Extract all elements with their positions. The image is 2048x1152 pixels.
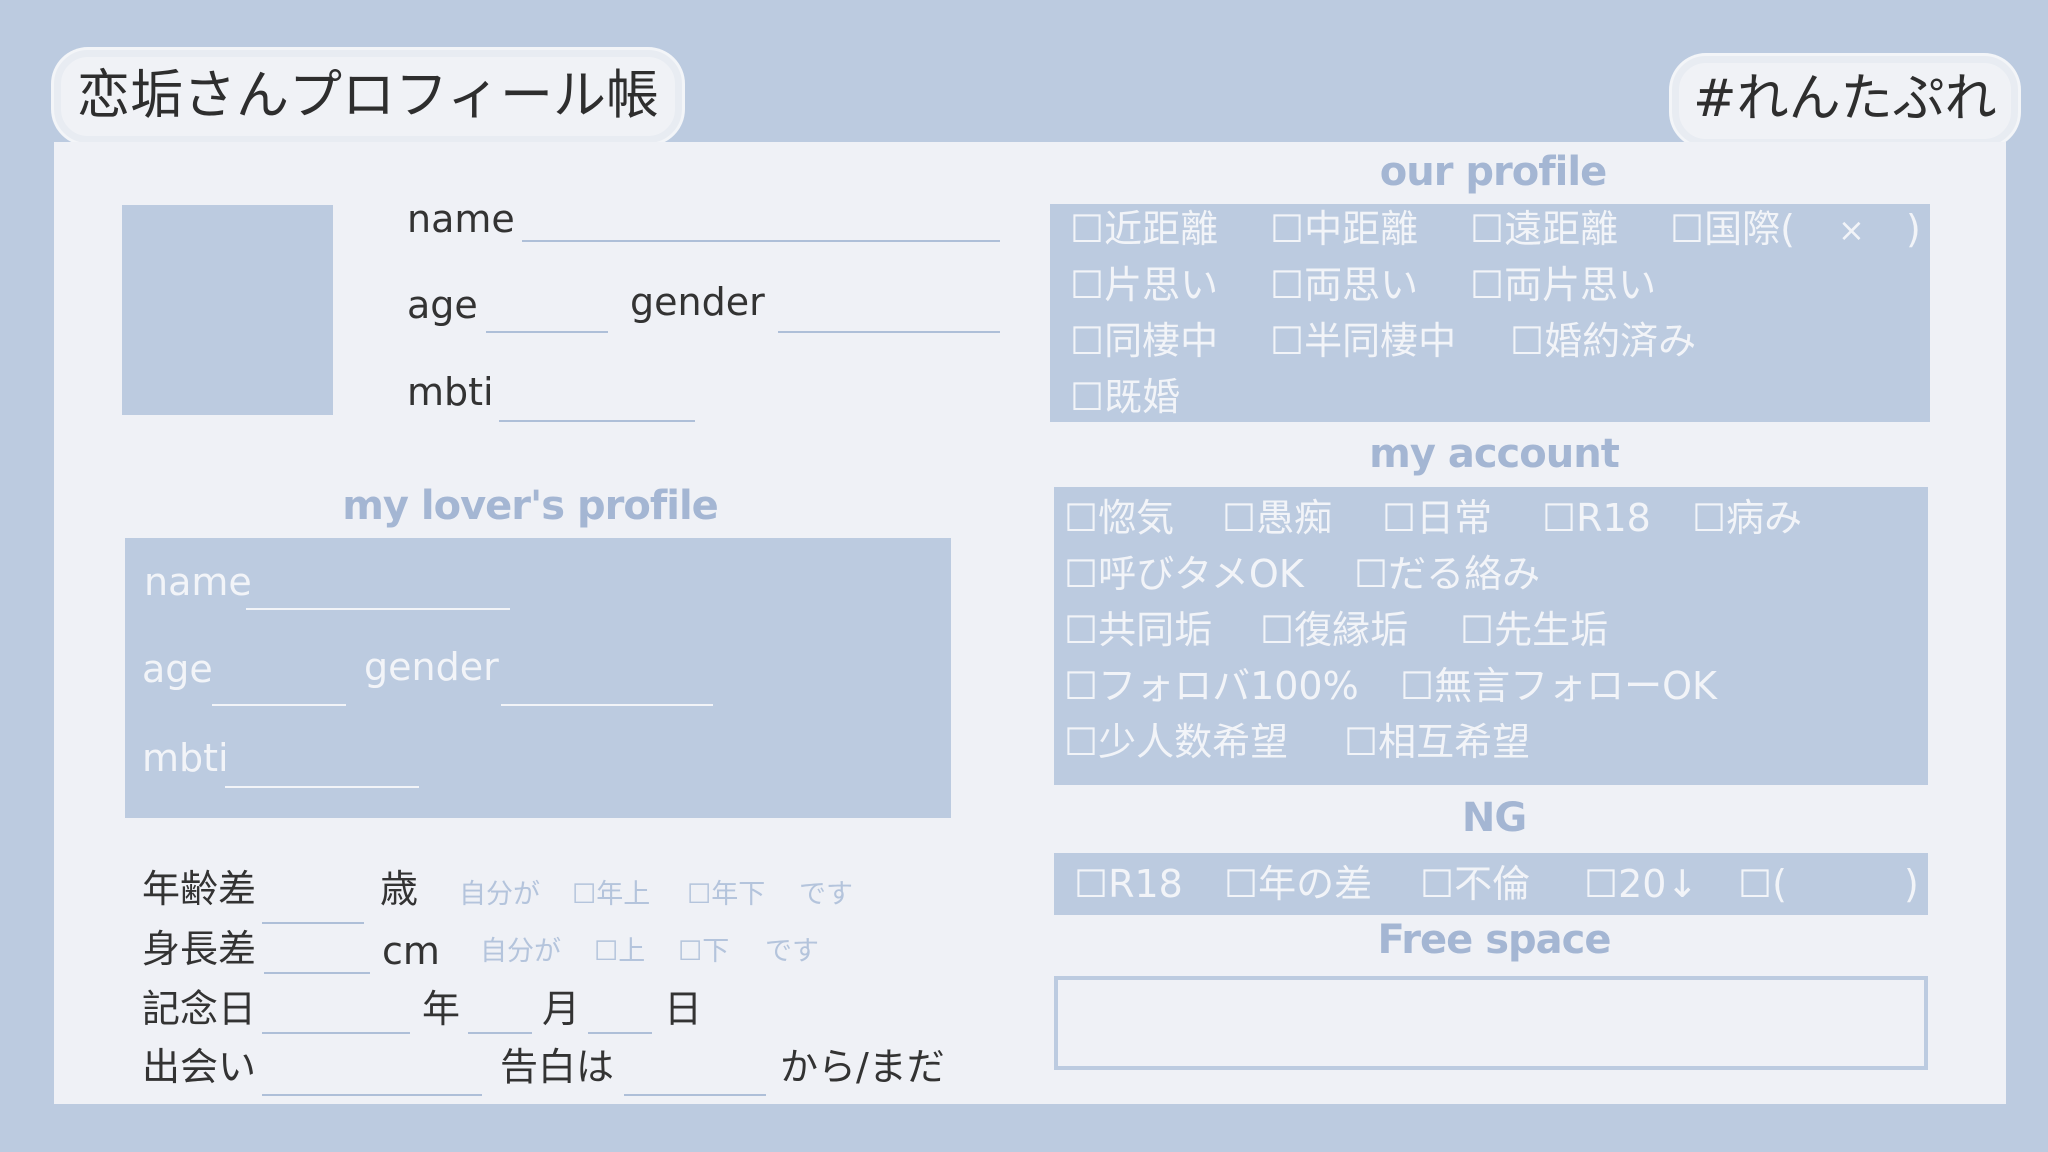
anniversary-year-label: 年 — [422, 987, 461, 1031]
age-label: age — [407, 283, 478, 327]
checkbox-silent-follow-ok[interactable]: ☐無言フォローOK — [1400, 667, 1717, 705]
height-diff-self: 自分が — [480, 936, 561, 967]
ng-heading: NG — [1461, 795, 1527, 841]
checkbox-mutual[interactable]: ☐両思い — [1270, 266, 1418, 304]
lover-profile-heading: my lover's profile — [342, 483, 719, 529]
checkbox-guchi[interactable]: ☐愚痴 — [1222, 499, 1332, 537]
my-account-row: ☐惚気 ☐愚痴 ☐日常 ☐R18 ☐病み — [1054, 499, 1928, 543]
name-label: name — [407, 197, 515, 241]
lover-mbti-label: mbti — [142, 736, 229, 780]
mbti-field[interactable] — [499, 420, 695, 422]
checkbox-international[interactable]: ☐国際( — [1670, 210, 1795, 248]
checkbox-living-together[interactable]: ☐同棲中 — [1070, 322, 1218, 360]
checkbox-married[interactable]: ☐既婚 — [1070, 378, 1180, 416]
anniversary-month-label: 月 — [542, 987, 581, 1031]
ng-row: ☐R18 ☐年の差 ☐不倫 ☐20↓ ☐( ) — [1054, 865, 1928, 909]
lover-age-label: age — [142, 647, 213, 691]
lover-gender-label: gender — [364, 645, 499, 689]
height-diff-shorter-checkbox[interactable]: ☐下 — [678, 938, 729, 965]
ng-checkbox-other[interactable]: ☐( — [1738, 865, 1787, 903]
our-profile-heading: our profile — [1379, 149, 1607, 195]
lover-mbti-field[interactable] — [225, 786, 419, 788]
ng-panel: ☐R18 ☐年の差 ☐不倫 ☐20↓ ☐( ) — [1054, 853, 1928, 915]
page-title: 恋垢さんプロフィール帳 — [54, 50, 682, 143]
checkbox-engaged[interactable]: ☐婚約済み — [1510, 322, 1696, 360]
free-space-box[interactable] — [1054, 976, 1928, 1070]
ng-other-close-paren: ) — [1904, 862, 1919, 906]
checkbox-follow-back[interactable]: ☐フォロバ100% — [1064, 667, 1359, 705]
checkbox-teacher-account[interactable]: ☐先生垢 — [1460, 611, 1608, 649]
checkbox-mid-distance[interactable]: ☐中距離 — [1270, 210, 1418, 248]
international-cross: × — [1838, 211, 1865, 249]
checkbox-short-distance[interactable]: ☐近距離 — [1070, 210, 1218, 248]
checkbox-noroke[interactable]: ☐惚気 — [1064, 499, 1174, 537]
anniversary-day-label: 日 — [664, 987, 703, 1031]
age-diff-older-checkbox[interactable]: ☐年上 — [572, 881, 650, 908]
our-profile-row: ☐近距離 ☐中距離 ☐遠距離 ☐国際( × ) — [1050, 210, 1930, 254]
height-diff-label: 身長差 — [142, 927, 257, 971]
confess-suffix: から/まだ — [780, 1045, 945, 1089]
our-profile-row: ☐同棲中 ☐半同棲中 ☐婚約済み — [1050, 322, 1930, 366]
confess-field[interactable] — [624, 1094, 766, 1096]
confess-label: 告白は — [500, 1045, 615, 1089]
age-diff-label: 年齢差 — [142, 867, 257, 911]
lover-name-label: name — [144, 560, 252, 604]
lover-profile-panel: name age gender mbti — [125, 538, 951, 818]
my-account-row: ☐少人数希望 ☐相互希望 — [1054, 723, 1928, 767]
checkbox-casual-ok[interactable]: ☐呼びタメOK — [1064, 555, 1304, 593]
my-account-heading: my account — [1369, 431, 1620, 477]
our-profile-panel: ☐近距離 ☐中距離 ☐遠距離 ☐国際( × ) ☐片思い ☐両思い ☐両片思い … — [1050, 204, 1930, 422]
ng-checkbox-age-gap[interactable]: ☐年の差 — [1224, 865, 1372, 903]
anniversary-month-field[interactable] — [468, 1032, 532, 1034]
checkbox-shared-account[interactable]: ☐共同垢 — [1064, 611, 1212, 649]
age-diff-field[interactable] — [262, 922, 364, 924]
gender-field[interactable] — [778, 331, 1000, 333]
height-diff-suffix: です — [765, 936, 819, 967]
meeting-label: 出会い — [142, 1045, 257, 1089]
checkbox-semi-living-together[interactable]: ☐半同棲中 — [1270, 322, 1456, 360]
age-diff-self: 自分が — [459, 879, 540, 910]
checkbox-darukarami[interactable]: ☐だる絡み — [1354, 555, 1540, 593]
my-account-row: ☐共同垢 ☐復縁垢 ☐先生垢 — [1054, 611, 1928, 655]
photo-placeholder[interactable] — [122, 205, 333, 415]
international-close-paren: ) — [1906, 207, 1921, 251]
my-account-row: ☐呼びタメOK ☐だる絡み — [1054, 555, 1928, 599]
anniversary-label: 記念日 — [142, 987, 257, 1031]
age-diff-suffix: です — [799, 879, 853, 910]
checkbox-mutual-one-sided[interactable]: ☐両片思い — [1470, 266, 1656, 304]
hashtag-label: #れんたぷれ — [1672, 56, 2018, 146]
age-diff-younger-checkbox[interactable]: ☐年下 — [687, 881, 765, 908]
checkbox-small-group[interactable]: ☐少人数希望 — [1064, 723, 1288, 761]
anniversary-year-field[interactable] — [262, 1032, 410, 1034]
checkbox-reunion-account[interactable]: ☐復縁垢 — [1260, 611, 1408, 649]
our-profile-row: ☐既婚 — [1050, 378, 1930, 422]
anniversary-day-field[interactable] — [588, 1032, 652, 1034]
gender-label: gender — [630, 280, 765, 324]
checkbox-yami[interactable]: ☐病み — [1692, 499, 1802, 537]
free-space-heading: Free space — [1377, 917, 1612, 963]
checkbox-daily[interactable]: ☐日常 — [1382, 499, 1492, 537]
age-diff-unit: 歳 — [380, 867, 419, 911]
checkbox-mutual-follow[interactable]: ☐相互希望 — [1344, 723, 1530, 761]
height-diff-taller-checkbox[interactable]: ☐上 — [594, 938, 645, 965]
meeting-field[interactable] — [262, 1094, 482, 1096]
height-diff-field[interactable] — [264, 972, 370, 974]
ng-checkbox-r18[interactable]: ☐R18 — [1074, 865, 1183, 903]
my-account-panel: ☐惚気 ☐愚痴 ☐日常 ☐R18 ☐病み ☐呼びタメOK ☐だる絡み ☐共同垢 … — [1054, 487, 1928, 785]
checkbox-one-sided[interactable]: ☐片思い — [1070, 266, 1218, 304]
my-account-row: ☐フォロバ100% ☐無言フォローOK — [1054, 667, 1928, 711]
ng-checkbox-under-20[interactable]: ☐20↓ — [1584, 865, 1698, 903]
checkbox-long-distance[interactable]: ☐遠距離 — [1470, 210, 1618, 248]
our-profile-row: ☐片思い ☐両思い ☐両片思い — [1050, 266, 1930, 310]
lover-name-field[interactable] — [246, 608, 510, 610]
lover-gender-field[interactable] — [501, 704, 713, 706]
checkbox-r18[interactable]: ☐R18 — [1542, 499, 1651, 537]
ng-checkbox-affair[interactable]: ☐不倫 — [1420, 865, 1530, 903]
profile-card: name age gender mbti my lover's profile … — [54, 142, 2006, 1104]
height-diff-unit: cm — [382, 929, 440, 973]
lover-age-field[interactable] — [212, 704, 346, 706]
mbti-label: mbti — [407, 370, 494, 414]
name-field[interactable] — [522, 240, 1000, 242]
age-field[interactable] — [486, 331, 608, 333]
